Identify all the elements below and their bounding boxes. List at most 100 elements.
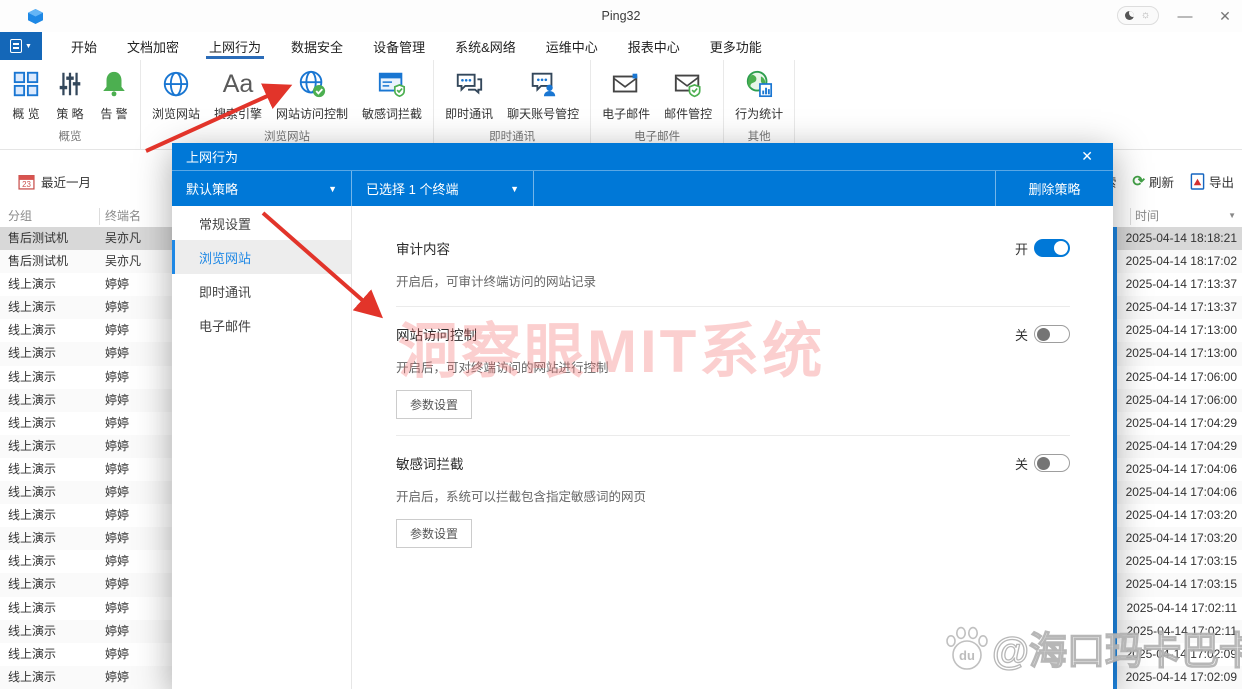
- ribbon-mail-control-button[interactable]: 邮件管控: [657, 66, 719, 122]
- setting-description: 开启后，可对终端访问的网站进行控制: [396, 357, 1070, 376]
- globe-icon: [161, 66, 191, 102]
- cell-group: 线上演示: [8, 666, 56, 689]
- tab-internet-behavior[interactable]: 上网行为: [194, 32, 276, 60]
- globe-chart-icon: [744, 66, 774, 102]
- chevron-down-icon: ▼: [328, 184, 337, 194]
- cell-group: 售后测试机: [8, 227, 68, 250]
- cell-group: 线上演示: [8, 458, 56, 481]
- cell-group: 线上演示: [8, 296, 56, 319]
- sidebar-item-general[interactable]: 常规设置: [172, 206, 351, 240]
- calendar-icon: 23: [18, 173, 35, 190]
- tab-more-features[interactable]: 更多功能: [695, 32, 777, 60]
- tab-doc-encrypt[interactable]: 文档加密: [112, 32, 194, 60]
- cell-group: 线上演示: [8, 643, 56, 666]
- ribbon-chat-account-control-button[interactable]: 聊天账号管控: [500, 66, 586, 122]
- policy-dropdown-value: 默认策略: [186, 179, 238, 198]
- cell-terminal: 婷婷: [105, 319, 129, 342]
- cell-terminal: 婷婷: [105, 527, 129, 550]
- ribbon-overview-button[interactable]: 概 览: [4, 66, 48, 122]
- tab-data-security[interactable]: 数据安全: [276, 32, 358, 60]
- cell-terminal: 婷婷: [105, 296, 129, 319]
- param-settings-button[interactable]: 参数设置: [396, 390, 472, 419]
- cell-group: 线上演示: [8, 573, 56, 596]
- column-header-terminal[interactable]: 终端名: [105, 207, 141, 224]
- dialog-toolbar: 默认策略 ▼ 已选择 1 个终端 ▼ 删除策略: [172, 171, 1113, 206]
- window-title: Ping32: [0, 9, 1242, 23]
- cell-time: 2025-04-14 17:02:09: [1126, 643, 1237, 666]
- cell-time: 2025-04-14 17:03:15: [1126, 573, 1237, 596]
- terminal-dropdown-value: 已选择 1 个终端: [366, 179, 458, 198]
- theme-toggle[interactable]: ☼: [1117, 6, 1159, 25]
- tab-start[interactable]: 开始: [56, 32, 112, 60]
- cell-terminal: 婷婷: [105, 643, 129, 666]
- ribbon-im-button[interactable]: 即时通讯: [438, 66, 500, 122]
- ribbon-item-label: 邮件管控: [664, 105, 712, 122]
- dialog-close-icon[interactable]: ✕: [1075, 148, 1099, 165]
- cell-group: 售后测试机: [8, 250, 68, 273]
- setting-name: 网站访问控制: [396, 324, 477, 344]
- ribbon-sensitive-word-block-button[interactable]: 敏感词拦截: [355, 66, 429, 122]
- cell-terminal: 吴亦凡: [105, 227, 141, 250]
- tab-ops-center[interactable]: 运维中心: [531, 32, 613, 60]
- cell-group: 线上演示: [8, 273, 56, 296]
- cell-group: 线上演示: [8, 504, 56, 527]
- cell-group: 线上演示: [8, 527, 56, 550]
- column-divider: [99, 208, 100, 225]
- cell-time: 2025-04-14 17:03:20: [1126, 527, 1237, 550]
- cell-time: 2025-04-14 17:04:29: [1126, 435, 1237, 458]
- ribbon-policy-button[interactable]: 策 略: [48, 66, 92, 122]
- refresh-icon: ⟳: [1132, 174, 1145, 189]
- date-filter-label: 最近一月: [41, 172, 91, 191]
- overview-grid-icon: [11, 66, 41, 102]
- export-button[interactable]: 导出: [1190, 172, 1234, 191]
- ribbon-browse-web-button[interactable]: 浏览网站: [145, 66, 207, 122]
- setting-description: 开启后，可审计终端访问的网站记录: [396, 271, 1070, 290]
- ribbon-item-label: 搜索引擎: [214, 105, 262, 122]
- cell-terminal: 婷婷: [105, 412, 129, 435]
- ribbon-group-label: 概览: [4, 128, 136, 149]
- minimize-button[interactable]: —: [1168, 0, 1202, 32]
- site-access-control-toggle[interactable]: [1034, 325, 1070, 343]
- close-button[interactable]: ✕: [1208, 0, 1242, 32]
- policy-dropdown[interactable]: 默认策略 ▼: [172, 171, 352, 206]
- column-sort-caret-icon[interactable]: ▼: [1228, 211, 1236, 220]
- ribbon-alert-button[interactable]: 告 警: [92, 66, 136, 122]
- table-scrollbar[interactable]: [1113, 227, 1117, 689]
- cell-time: 2025-04-14 17:03:15: [1126, 550, 1237, 573]
- sidebar-item-im[interactable]: 即时通讯: [172, 274, 351, 308]
- ribbon-item-label: 告 警: [100, 105, 127, 122]
- audit-content-toggle[interactable]: [1034, 239, 1070, 257]
- ribbon-behavior-stats-button[interactable]: 行为统计: [728, 66, 790, 122]
- refresh-button[interactable]: ⟳ 刷新: [1132, 172, 1174, 191]
- dialog-title: 上网行为: [186, 147, 238, 166]
- mail-shield-icon: [673, 66, 703, 102]
- ribbon-email-button[interactable]: 电子邮件: [595, 66, 657, 122]
- column-header-time[interactable]: 时间: [1135, 207, 1159, 224]
- chat-bubbles-icon: [454, 66, 484, 102]
- setting-description: 开启后，系统可以拦截包含指定敏感词的网页: [396, 486, 1070, 505]
- app-menu-button[interactable]: ▼: [0, 32, 42, 60]
- tab-device-manage[interactable]: 设备管理: [358, 32, 440, 60]
- sidebar-item-email[interactable]: 电子邮件: [172, 308, 351, 342]
- terminal-dropdown[interactable]: 已选择 1 个终端 ▼: [352, 171, 534, 206]
- sidebar-item-browse-web[interactable]: 浏览网站: [172, 240, 351, 274]
- tab-system-network[interactable]: 系统&网络: [440, 32, 531, 60]
- sensitive-word-toggle[interactable]: [1034, 454, 1070, 472]
- cell-time: 2025-04-14 17:04:06: [1126, 481, 1237, 504]
- ribbon-item-label: 电子邮件: [602, 105, 650, 122]
- column-header-group[interactable]: 分组: [8, 207, 32, 224]
- toggle-state-label: 开: [1015, 239, 1028, 258]
- tab-report-center[interactable]: 报表中心: [613, 32, 695, 60]
- date-filter[interactable]: 23 最近一月: [18, 172, 91, 191]
- delete-policy-button[interactable]: 删除策略: [995, 171, 1113, 206]
- cell-group: 线上演示: [8, 389, 56, 412]
- ribbon-site-access-control-button[interactable]: 网站访问控制: [269, 66, 355, 122]
- cell-time: 2025-04-14 17:04:06: [1126, 458, 1237, 481]
- cell-terminal: 婷婷: [105, 597, 129, 620]
- cell-terminal: 婷婷: [105, 504, 129, 527]
- cell-time: 2025-04-14 17:06:00: [1126, 389, 1237, 412]
- param-settings-button[interactable]: 参数设置: [396, 519, 472, 548]
- ribbon-search-engine-button[interactable]: Aa 搜索引擎: [207, 66, 269, 122]
- cell-time: 2025-04-14 17:06:00: [1126, 366, 1237, 389]
- cell-group: 线上演示: [8, 319, 56, 342]
